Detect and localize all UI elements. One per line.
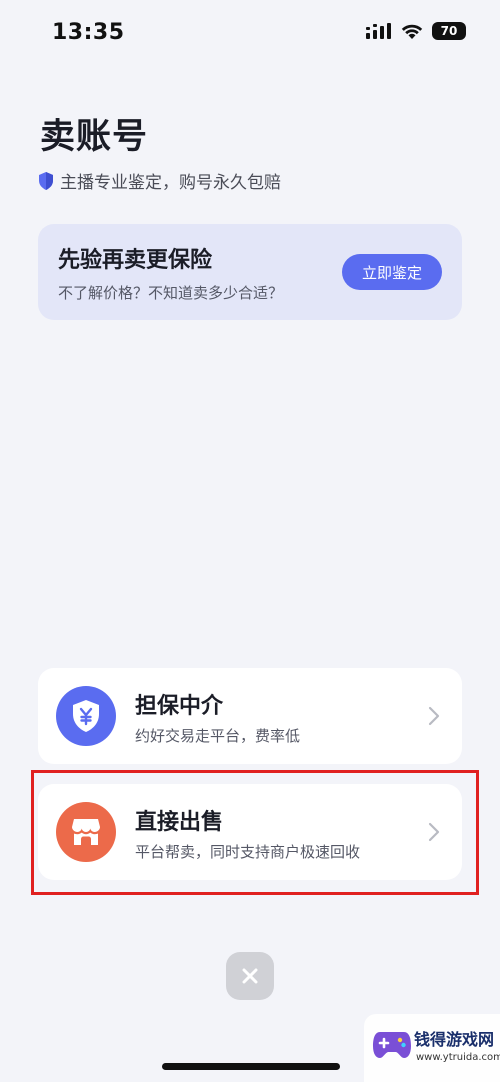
close-button[interactable] — [226, 952, 274, 1000]
direct-sale-option-card[interactable]: 直接出售 平台帮卖，同时支持商户极速回收 — [38, 784, 462, 880]
battery-indicator: 70 — [432, 22, 466, 40]
wifi-icon — [401, 24, 423, 39]
shield-check-icon — [39, 171, 53, 190]
page-title: 卖账号 — [40, 117, 149, 157]
direct-sale-option-subtitle: 平台帮卖，同时支持商户极速回收 — [135, 843, 361, 861]
escrow-option-card[interactable]: 担保中介 约好交易走平台，费率低 — [38, 668, 462, 764]
gamepad-logo-icon — [373, 1032, 411, 1058]
chevron-right-icon — [428, 822, 440, 842]
promo-subtitle: 不了解价格？不知道卖多少合适？ — [58, 284, 284, 302]
appraise-now-button[interactable]: 立即鉴定 — [342, 254, 442, 290]
appraisal-promo-card: 先验再卖更保险 不了解价格？不知道卖多少合适？ 立即鉴定 — [38, 224, 462, 320]
shield-yen-icon — [56, 686, 116, 746]
page-subtitle: 主播专业鉴定，购号永久包赔 — [60, 173, 281, 193]
store-icon — [56, 802, 116, 862]
escrow-option-subtitle: 约好交易走平台，费率低 — [135, 727, 301, 745]
direct-sale-option-title: 直接出售 — [135, 810, 224, 835]
status-time: 13:35 — [52, 20, 125, 45]
close-icon — [242, 968, 258, 984]
status-bar: 13:35 70 — [0, 0, 500, 70]
promo-title: 先验再卖更保险 — [58, 248, 213, 273]
escrow-option-title: 担保中介 — [135, 694, 224, 719]
watermark-url: www.ytruida.com — [416, 1052, 500, 1063]
home-indicator — [162, 1063, 340, 1070]
chevron-right-icon — [428, 706, 440, 726]
subtitle-row: 主播专业鉴定，购号永久包赔 — [38, 168, 281, 193]
watermark-name: 钱得游戏网 — [414, 1030, 495, 1049]
cellular-signal-icon — [366, 23, 391, 39]
site-watermark: 钱得游戏网 www.ytruida.com — [364, 1014, 500, 1082]
status-icons: 70 — [366, 22, 466, 40]
